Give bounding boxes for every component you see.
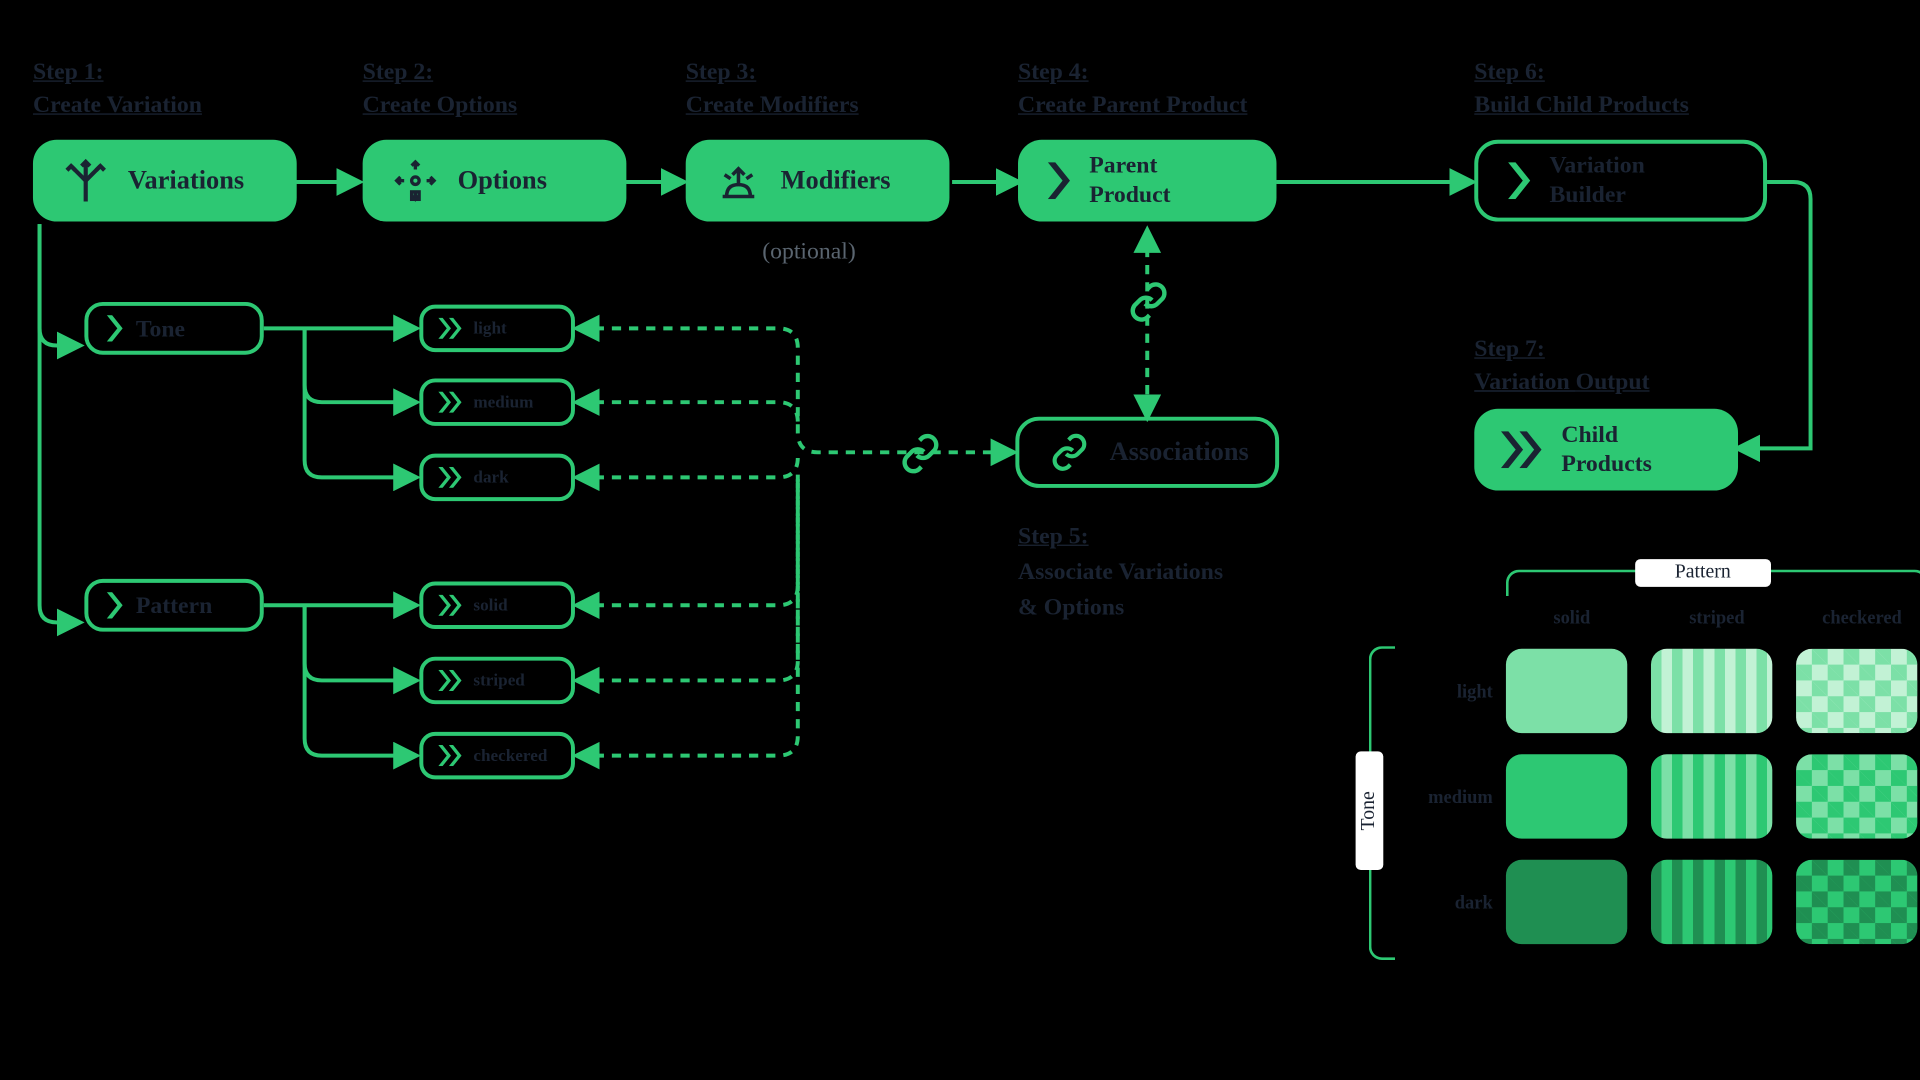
tone-option-dark: dark: [419, 454, 575, 501]
pattern-label: Pattern: [136, 591, 212, 619]
modifiers-label: Modifiers: [781, 165, 891, 195]
child-products-node: ChildProducts: [1474, 409, 1738, 491]
matrix-col-solid: solid: [1506, 609, 1638, 630]
tone-label: Tone: [136, 315, 185, 343]
double-chevron-icon: [436, 318, 465, 339]
chevron-icon: [104, 592, 125, 618]
swatch-light-striped: [1651, 649, 1772, 733]
swatch-medium-striped: [1651, 754, 1772, 838]
swatch-medium-solid: [1506, 754, 1627, 838]
pattern-option-striped: striped: [419, 657, 575, 704]
step5-label: Step 5: Associate Variations & Options: [1018, 518, 1223, 625]
double-chevron-icon: [436, 745, 465, 766]
double-chevron-icon: [436, 595, 465, 616]
swatch-dark-solid: [1506, 860, 1627, 944]
step2-label: Step 2:Create Options: [363, 55, 518, 121]
swatch-light-solid: [1506, 649, 1627, 733]
chevron-icon: [104, 315, 125, 341]
swatch-medium-checkered: [1796, 754, 1917, 838]
step4-label: Step 4:Create Parent Product: [1018, 55, 1247, 121]
tone-option-light: light: [419, 305, 575, 352]
parent-product-label: ParentProduct: [1089, 152, 1170, 209]
modifiers-node: Modifiers: [686, 140, 950, 222]
product-matrix: Pattern Tone solid striped checkered lig…: [1345, 554, 1920, 976]
swatch-dark-checkered: [1796, 860, 1917, 944]
pattern-variation-node: Pattern: [84, 579, 263, 632]
variations-label: Variations: [128, 165, 244, 195]
tone-option-medium: medium: [419, 378, 575, 425]
variations-node: Variations: [33, 140, 297, 222]
double-chevron-icon: [436, 467, 465, 488]
pattern-option-checkered: checkered: [419, 732, 575, 779]
matrix-pattern-axis: Pattern: [1635, 559, 1770, 587]
associations-node: Associations: [1015, 417, 1279, 488]
variation-builder-label: VariationBuilder: [1549, 152, 1644, 209]
variation-builder-node: VariationBuilder: [1474, 140, 1767, 222]
double-chevron-icon: [436, 392, 465, 413]
move-icon: [389, 154, 442, 207]
matrix-col-checkered: checkered: [1796, 609, 1920, 630]
optional-text: (optional): [762, 237, 856, 265]
chevron-icon: [1505, 162, 1534, 199]
branch-icon: [59, 154, 112, 207]
step3-label: Step 3:Create Modifiers: [686, 55, 859, 121]
matrix-row-dark: dark: [1414, 894, 1493, 915]
options-label: Options: [458, 165, 547, 195]
matrix-row-light: light: [1414, 683, 1493, 704]
modifier-icon: [712, 154, 765, 207]
matrix-col-striped: striped: [1651, 609, 1783, 630]
matrix-tone-axis: Tone: [1356, 752, 1384, 870]
link-icon: [1046, 426, 1094, 479]
chevron-icon: [1044, 162, 1073, 199]
step6-label: Step 6:Build Child Products: [1474, 55, 1689, 121]
step1-label: Step 1:Create Variation: [33, 55, 202, 121]
step7-label: Step 7:Variation Output: [1474, 332, 1649, 398]
options-node: Options: [363, 140, 627, 222]
associations-label: Associations: [1110, 437, 1249, 467]
tone-variation-node: Tone: [84, 302, 263, 355]
swatch-light-checkered: [1796, 649, 1917, 733]
matrix-row-medium: medium: [1414, 789, 1493, 810]
double-chevron-icon: [1501, 431, 1546, 468]
link-icon: [1127, 281, 1169, 330]
swatch-dark-striped: [1651, 860, 1772, 944]
child-products-label: ChildProducts: [1561, 421, 1652, 478]
pattern-option-solid: solid: [419, 582, 575, 629]
parent-product-node: ParentProduct: [1018, 140, 1276, 222]
double-chevron-icon: [436, 670, 465, 691]
link-icon: [899, 433, 941, 482]
